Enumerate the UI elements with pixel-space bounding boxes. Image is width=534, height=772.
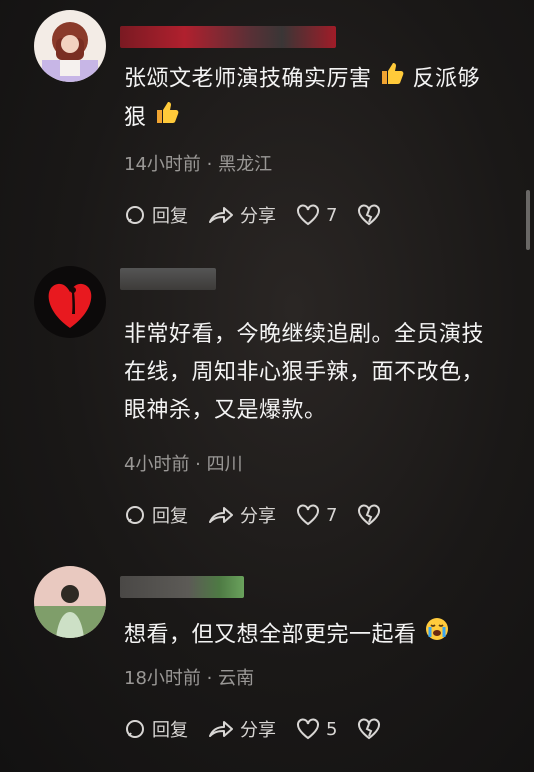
like-count: 7 [326,204,338,226]
reply-button[interactable]: 回复 [124,202,188,228]
comment-text: 张颂文老师演技确实厉害 反派够 狠 [124,60,516,138]
like-count: 5 [326,718,338,740]
comment-text-line: 在线，周知非心狠手辣，面不改色， [124,360,485,385]
comment-actions: 回复 分享 7 [124,200,407,230]
share-label: 分享 [240,206,276,227]
share-label: 分享 [240,720,276,741]
dislike-button[interactable] [357,504,387,526]
reply-button[interactable]: 回复 [124,716,188,742]
broken-heart-icon [358,204,381,226]
thumbs-up-emoji-icon [379,60,405,99]
comment-meta: 18小时前 · 云南 [124,668,255,689]
heart-icon [297,718,319,740]
avatar[interactable] [34,266,106,338]
broken-heart-icon [358,504,381,526]
comment-actions: 回复 分享 7 [124,500,407,530]
avatar[interactable] [34,566,106,638]
comment-text: 非常好看，今晚继续追剧。全员演技 在线，周知非心狠手辣，面不改色， 眼神杀，又是… [124,316,516,430]
share-arrow-icon [209,507,233,523]
share-button[interactable]: 分享 [208,502,276,528]
like-button[interactable]: 7 [296,504,337,526]
share-button[interactable]: 分享 [208,202,276,228]
comment-meta: 14小时前 · 黑龙江 [124,154,273,175]
like-count: 7 [326,504,338,526]
like-button[interactable]: 7 [296,204,337,226]
heart-icon [297,204,319,226]
reply-bubble-icon [126,206,144,224]
dislike-button[interactable] [357,718,387,740]
thumbs-up-emoji-icon [154,99,180,138]
reply-bubble-icon [126,506,144,524]
reply-label: 回复 [152,720,188,741]
scrollbar[interactable] [526,190,530,250]
broken-heart-icon [358,718,381,740]
share-label: 分享 [240,506,276,527]
reply-label: 回复 [152,206,188,227]
heart-icon [297,504,319,526]
crying-face-emoji-icon [424,616,450,655]
username-blurred[interactable] [120,576,244,598]
username-blurred[interactable] [120,268,216,290]
comment-text-line: 眼神杀，又是爆款。 [124,398,327,423]
comment-text-line: 张颂文老师演技确实厉害 [124,66,372,92]
like-button[interactable]: 5 [296,718,337,740]
reply-bubble-icon [126,720,144,738]
reply-label: 回复 [152,506,188,527]
comment-text-line: 反派够 [412,66,481,92]
share-button[interactable]: 分享 [208,716,276,742]
avatar[interactable] [34,10,106,82]
username-blurred[interactable] [120,26,336,48]
comment-actions: 回复 分享 5 [124,714,407,744]
dislike-button[interactable] [357,204,387,226]
reply-button[interactable]: 回复 [124,502,188,528]
comment-text: 想看，但又想全部更完一起看 [124,616,516,655]
comment-text-line: 狠 [124,105,147,131]
comment-meta: 4小时前 · 四川 [124,454,243,475]
comment-text-line: 想看，但又想全部更完一起看 [124,622,417,648]
share-arrow-icon [209,721,233,737]
comment-text-line: 非常好看，今晚继续追剧。全员演技 [124,322,485,347]
share-arrow-icon [209,207,233,223]
